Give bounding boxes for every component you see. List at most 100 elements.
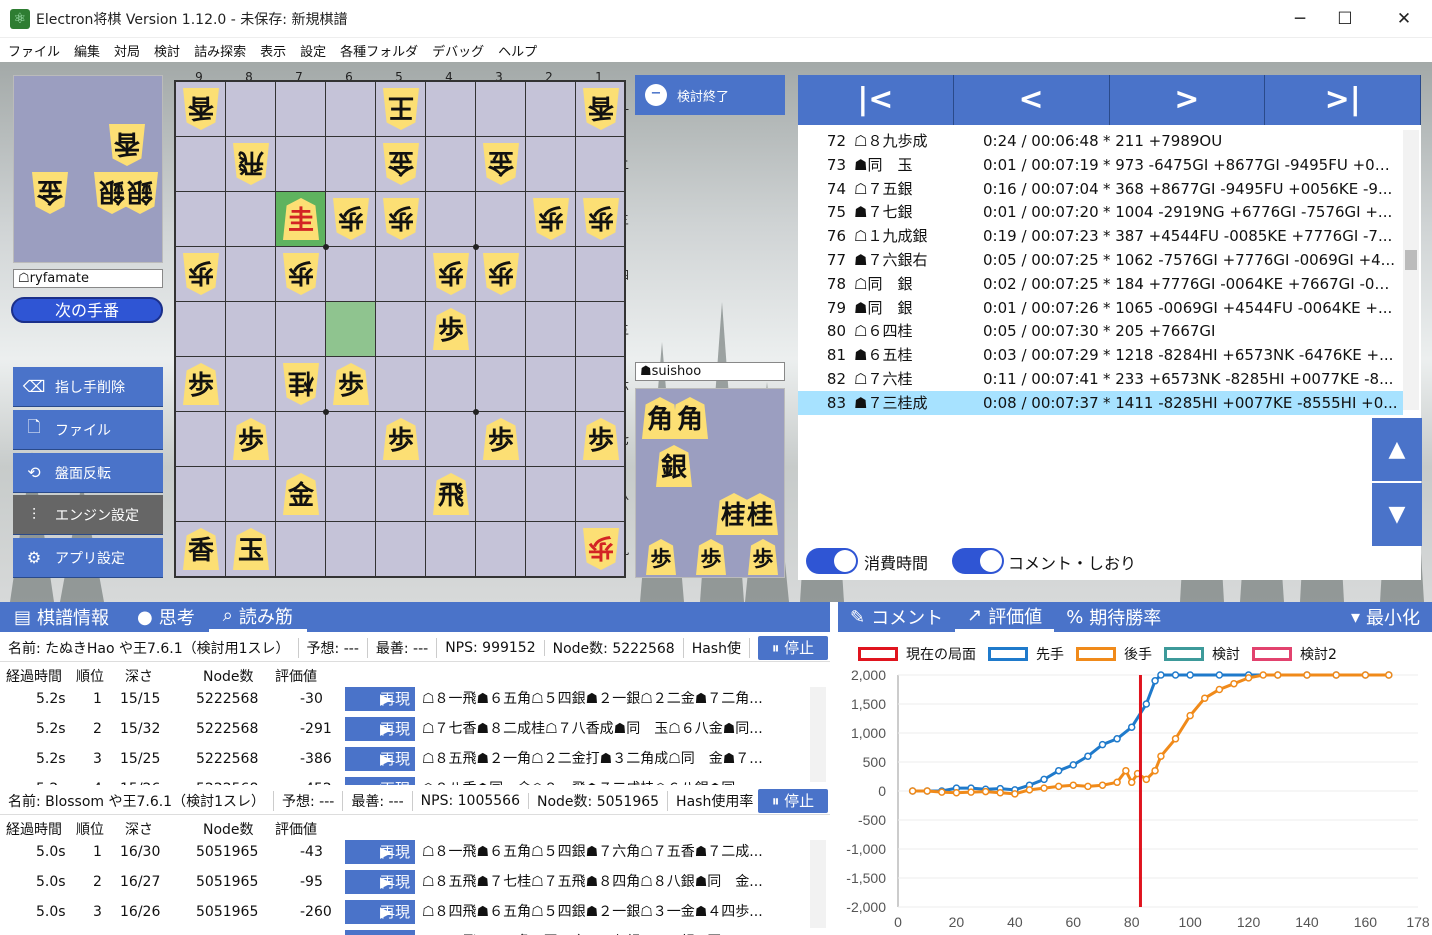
- board-cell[interactable]: [326, 247, 376, 302]
- board-cell[interactable]: [276, 412, 326, 467]
- hand-piece[interactable]: 桂: [742, 493, 778, 535]
- shogi-board[interactable]: 香王香飛金金圭歩歩歩歩歩歩歩歩歩歩桂歩歩歩歩歩金飛香玉歩: [174, 80, 626, 578]
- tab-win-rate[interactable]: % 期待勝率: [1054, 602, 1173, 632]
- menu-folders[interactable]: 各種フォルダ: [332, 38, 424, 62]
- board-cell[interactable]: [226, 247, 276, 302]
- menu-edit[interactable]: 編集: [66, 38, 106, 62]
- end-research-button[interactable]: − 検討終了: [635, 75, 785, 115]
- tab-pv[interactable]: ⌕ 読み筋: [208, 602, 307, 632]
- board-cell[interactable]: [426, 412, 476, 467]
- board-cell[interactable]: [226, 467, 276, 522]
- board-cell[interactable]: [576, 467, 626, 522]
- replay-button[interactable]: ▶ 再現: [345, 717, 415, 741]
- board-cell[interactable]: [226, 82, 276, 137]
- prev-move-button[interactable]: <: [953, 75, 1110, 125]
- board-cell[interactable]: [476, 522, 526, 577]
- board-cell[interactable]: [376, 247, 426, 302]
- board-cell[interactable]: [476, 302, 526, 357]
- hand-piece[interactable]: 角: [672, 397, 708, 439]
- replay-button[interactable]: ▶ 再現: [345, 900, 415, 924]
- maximize-button[interactable]: ☐: [1323, 5, 1367, 33]
- record-list[interactable]: 72 ☖８九歩成 0:24 / 00:06:48 * 211 +7989OU 73 ☗同 …: [798, 125, 1421, 580]
- board-cell[interactable]: [226, 357, 276, 412]
- pv-scrollbar[interactable]: [810, 687, 826, 782]
- record-row[interactable]: 76 ☖１九成銀 0:19 / 00:07:23 * 387 +4544FU -008…: [798, 224, 1403, 248]
- board-cell[interactable]: [276, 137, 326, 192]
- close-button[interactable]: ✕: [1382, 5, 1426, 33]
- scroll-up-button[interactable]: ▲: [1372, 418, 1422, 481]
- hand-piece[interactable]: 歩: [696, 539, 726, 575]
- board-cell[interactable]: [476, 467, 526, 522]
- flip-board-button[interactable]: ⟲ 盤面反転: [13, 453, 163, 493]
- app-settings-button[interactable]: ⚙ アプリ設定: [13, 538, 163, 578]
- record-row[interactable]: 79 ☗同 銀 0:01 / 00:07:26 * 1065 -0069GI +454…: [798, 296, 1403, 320]
- minimize-button[interactable]: ─: [1278, 5, 1322, 33]
- tab-thinking[interactable]: ● 思考: [123, 602, 209, 632]
- board-cell[interactable]: [526, 137, 576, 192]
- tab-comment[interactable]: ✎ コメント: [838, 602, 955, 632]
- replay-button[interactable]: ▶ 再現: [345, 687, 415, 711]
- record-row[interactable]: 72 ☖８九歩成 0:24 / 00:06:48 * 211 +7989OU: [798, 129, 1403, 153]
- board-cell[interactable]: [326, 412, 376, 467]
- sente-hand[interactable]: 角 角 銀 桂 桂 歩 歩 歩: [635, 388, 785, 578]
- hand-piece[interactable]: 角: [642, 397, 678, 439]
- engine-settings-button[interactable]: ⫶ エンジン設定: [13, 495, 163, 535]
- board-cell[interactable]: [576, 137, 626, 192]
- pv-scrollbar[interactable]: [810, 840, 826, 928]
- record-row[interactable]: 82 ☖７六桂 0:11 / 00:07:41 * 233 +6573NK -8285…: [798, 367, 1403, 391]
- board-cell[interactable]: [376, 467, 426, 522]
- board-cell[interactable]: [176, 467, 226, 522]
- scroll-thumb[interactable]: [1405, 250, 1417, 270]
- board-cell[interactable]: [476, 192, 526, 247]
- minimize-panel-button[interactable]: ▾ 最小化: [1339, 602, 1432, 632]
- board-cell[interactable]: [526, 247, 576, 302]
- board-cell[interactable]: [326, 302, 376, 357]
- tab-evaluation[interactable]: ↗ 評価値: [955, 602, 1055, 632]
- legend-item[interactable]: 検討: [1164, 644, 1240, 664]
- board-cell[interactable]: [526, 302, 576, 357]
- menu-research[interactable]: 検討: [146, 38, 186, 62]
- board-cell[interactable]: [526, 467, 576, 522]
- board-cell[interactable]: [176, 412, 226, 467]
- legend-item[interactable]: 現在の局面: [858, 644, 976, 664]
- menu-debug[interactable]: デバッグ: [424, 38, 490, 62]
- tab-record-info[interactable]: ▤ 棋譜情報: [0, 602, 123, 632]
- record-row[interactable]: 83 ☗７三桂成 0:08 / 00:07:37 * 1411 -8285HI +00…: [798, 390, 1403, 415]
- board-cell[interactable]: [526, 82, 576, 137]
- menu-view[interactable]: 表示: [252, 38, 292, 62]
- board-cell[interactable]: [326, 467, 376, 522]
- hand-piece[interactable]: 歩: [748, 539, 778, 575]
- menu-game[interactable]: 対局: [106, 38, 146, 62]
- record-row[interactable]: 80 ☖６四桂 0:05 / 00:07:30 * 205 +7667GI: [798, 319, 1403, 343]
- replay-button[interactable]: ▶ 再現: [345, 840, 415, 864]
- legend-item[interactable]: 検討2: [1252, 644, 1337, 664]
- elapsed-time-toggle[interactable]: [806, 548, 858, 574]
- board-cell[interactable]: [326, 522, 376, 577]
- board-cell[interactable]: [176, 192, 226, 247]
- board-cell[interactable]: [476, 82, 526, 137]
- board-cell[interactable]: [426, 522, 476, 577]
- replay-button[interactable]: ▶ 再現: [345, 930, 415, 935]
- board-cell[interactable]: [576, 302, 626, 357]
- board-cell[interactable]: [226, 192, 276, 247]
- hand-piece[interactable]: 歩: [646, 539, 676, 575]
- record-row[interactable]: 73 ☗同 玉 0:01 / 00:07:19 * 973 -6475GI +8677…: [798, 153, 1403, 177]
- board-cell[interactable]: [276, 522, 326, 577]
- board-cell[interactable]: [276, 82, 326, 137]
- board-cell[interactable]: [226, 302, 276, 357]
- legend-item[interactable]: 先手: [988, 644, 1064, 664]
- board-cell[interactable]: [476, 357, 526, 412]
- delete-move-button[interactable]: ⌫ 指し手削除: [13, 367, 163, 407]
- board-cell[interactable]: [426, 137, 476, 192]
- record-row[interactable]: 77 ☗７六銀右 0:05 / 00:07:25 * 1062 -7576GI +77…: [798, 248, 1403, 272]
- board-cell[interactable]: [576, 247, 626, 302]
- record-scrollbar[interactable]: [1403, 130, 1419, 410]
- board-cell[interactable]: [326, 82, 376, 137]
- board-cell[interactable]: [376, 302, 426, 357]
- scroll-down-button[interactable]: ▼: [1372, 483, 1422, 546]
- record-row[interactable]: 78 ☖同 銀 0:02 / 00:07:25 * 184 +7776GI -0064…: [798, 272, 1403, 296]
- menu-file[interactable]: ファイル: [0, 38, 66, 62]
- hand-piece[interactable]: 銀: [656, 445, 692, 487]
- replay-button[interactable]: ▶ 再現: [345, 747, 415, 771]
- file-button[interactable]: 🗋 ファイル: [13, 410, 163, 450]
